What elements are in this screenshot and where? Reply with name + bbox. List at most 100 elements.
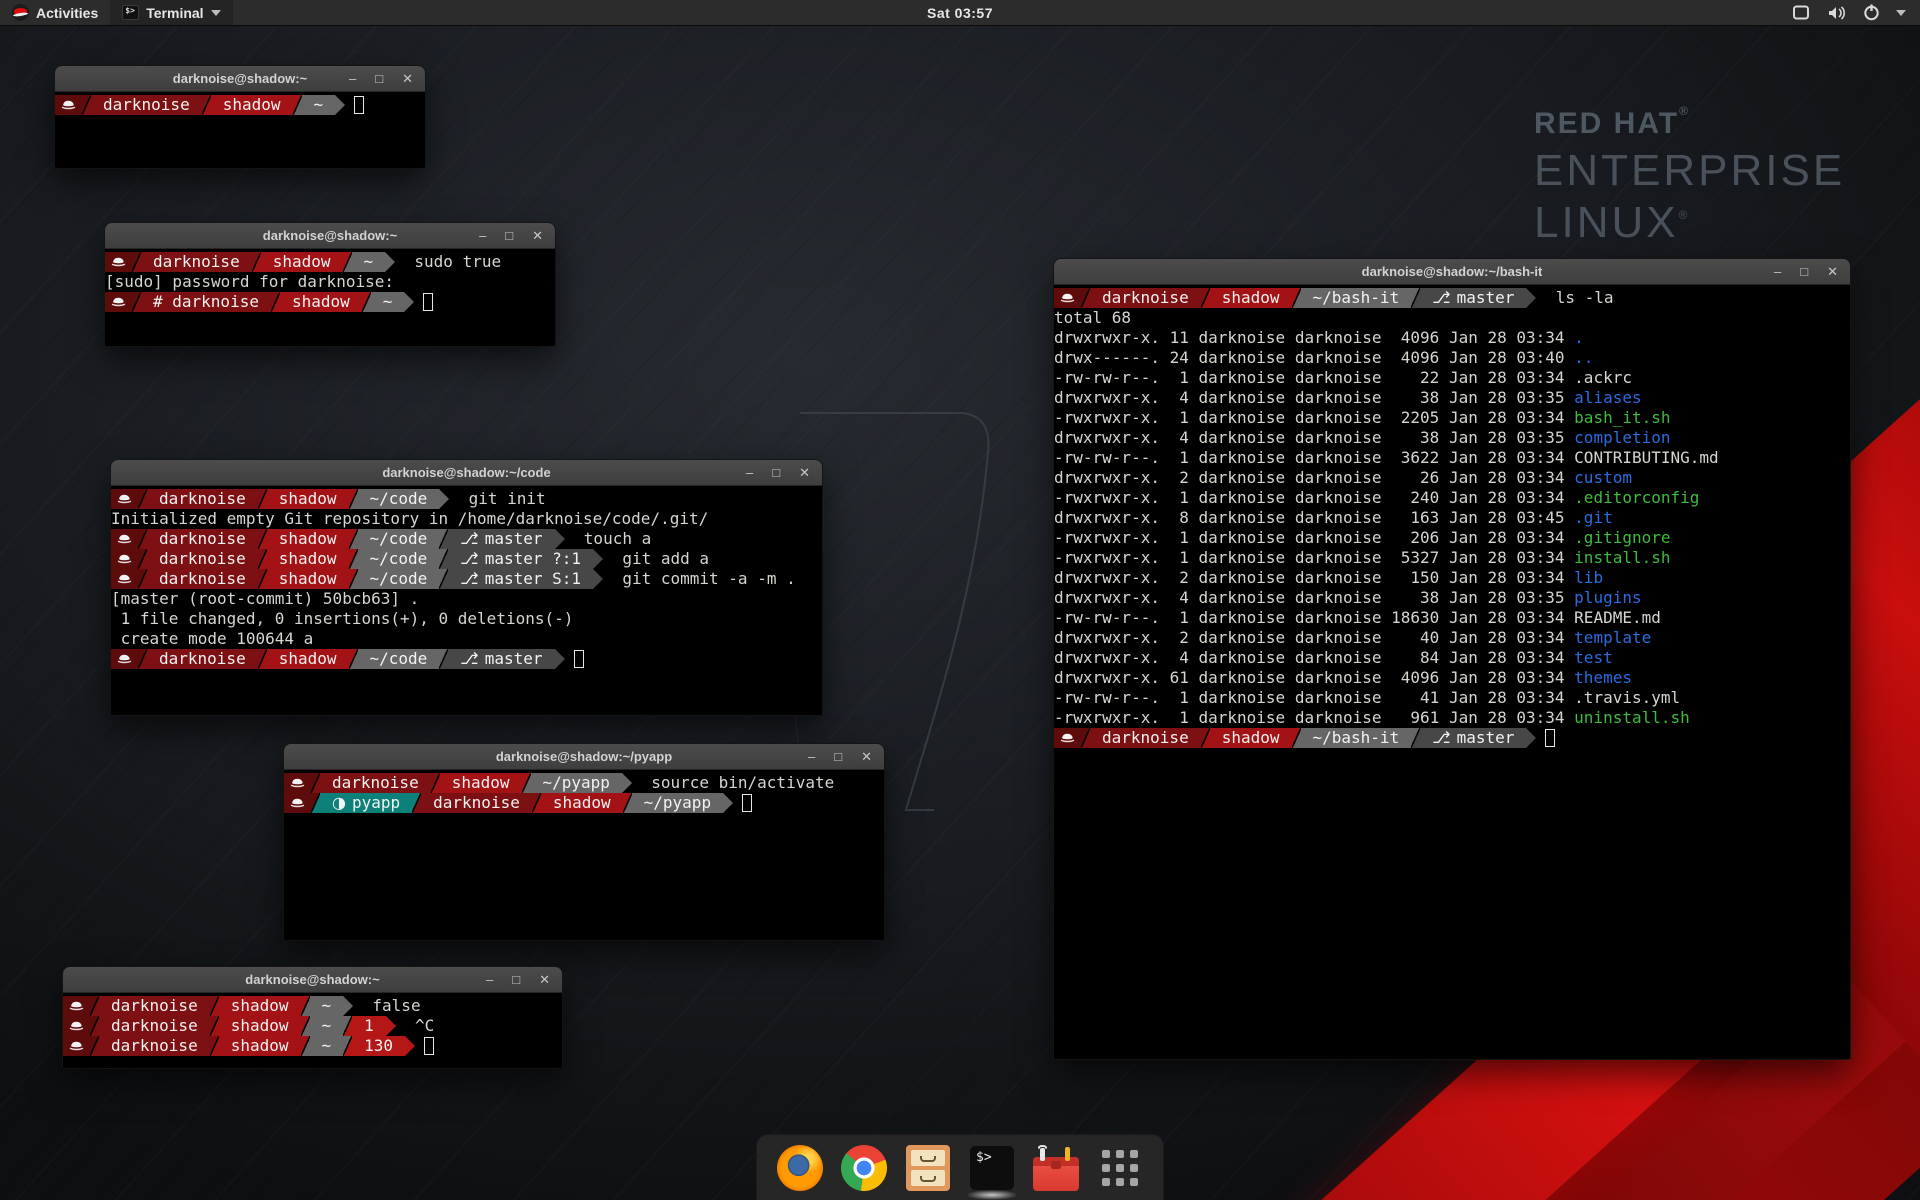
redhat-prompt-icon	[1054, 728, 1081, 748]
terminal-line: drwxrwxr-x. 2 darknoise darknoise 150 Ja…	[1054, 568, 1850, 588]
terminal-content[interactable]: darknoise shadow~/pyapp source bin/activa…	[284, 770, 884, 813]
dock-item-toolbox[interactable]	[1033, 1145, 1079, 1191]
ls-entry-meta: -rwxrwxr-x. 1 darknoise darknoise 240 Ja…	[1054, 488, 1574, 507]
dock-item-app-grid[interactable]	[1097, 1145, 1143, 1191]
prompt-segment-path: ~/code	[358, 549, 440, 569]
volume-icon[interactable]	[1827, 5, 1847, 21]
window-titlebar[interactable]: darknoise@shadow:~/bash-it – □ ✕	[1054, 259, 1850, 285]
window-titlebar[interactable]: darknoise@shadow:~/code – □ ✕	[111, 460, 822, 486]
terminal-window-home-small[interactable]: darknoise@shadow:~ – □ ✕ darknoiseshadow…	[54, 65, 426, 169]
prompt-segment-host: shadow	[541, 793, 623, 813]
minimize-button[interactable]: –	[808, 750, 815, 763]
command-text: git add a	[603, 549, 709, 568]
prompt-segment-git: ⎇master	[1420, 728, 1526, 748]
minimize-button[interactable]: –	[479, 229, 486, 242]
command-text: ls -la	[1536, 288, 1613, 307]
segment-separator	[138, 549, 147, 569]
screen-share-icon[interactable]	[1791, 5, 1811, 21]
maximize-button[interactable]: □	[512, 973, 520, 986]
command-text: git init	[449, 489, 545, 508]
prompt-segment-user: darknoise	[421, 793, 532, 813]
clock[interactable]: Sat 03:57	[927, 5, 993, 21]
terminal-content[interactable]: darknoiseshadow~ sudo true[sudo] passwor…	[105, 249, 555, 312]
dock-item-firefox[interactable]	[777, 1145, 823, 1191]
window-titlebar[interactable]: darknoise@shadow:~/pyapp – □ ✕	[284, 744, 884, 770]
ls-entry-meta: drwxrwxr-x. 2 darknoise darknoise 26 Jan…	[1054, 468, 1574, 487]
command-text: touch a	[565, 529, 652, 548]
maximize-button[interactable]: □	[1800, 265, 1808, 278]
chrome-icon	[841, 1145, 887, 1191]
close-button[interactable]: ✕	[402, 72, 413, 85]
terminal-line: -rw-rw-r--. 1 darknoise darknoise 41 Jan…	[1054, 688, 1850, 708]
segment-separator	[271, 292, 280, 312]
segment-separator	[1201, 288, 1210, 308]
terminal-content[interactable]: darknoiseshadow~ falsedarknoiseshadow~1 …	[63, 993, 562, 1056]
close-button[interactable]: ✕	[532, 229, 543, 242]
ls-entry-name: completion	[1574, 428, 1670, 447]
close-button[interactable]: ✕	[799, 466, 810, 479]
redhat-logo-icon	[12, 4, 29, 21]
ls-entry-meta: -rwxrwxr-x. 1 darknoise darknoise 5327 J…	[1054, 548, 1574, 567]
minimize-button[interactable]: –	[486, 973, 493, 986]
maximize-button[interactable]: □	[505, 229, 513, 242]
minimize-button[interactable]: –	[746, 466, 753, 479]
activities-button[interactable]: Activities	[0, 0, 110, 25]
app-menu-terminal[interactable]: $> Terminal	[110, 0, 232, 25]
segment-separator	[258, 549, 267, 569]
terminal-cursor	[574, 650, 584, 668]
command-text: source bin/activate	[632, 773, 834, 792]
prompt-segment-host: shadow	[267, 489, 349, 509]
terminal-running-indicator	[966, 1190, 1018, 1200]
terminal-line: -rwxrwxr-x. 1 darknoise darknoise 5327 J…	[1054, 548, 1850, 568]
terminal-window-exitcodes[interactable]: darknoise@shadow:~ – □ ✕ darknoiseshadow…	[62, 966, 563, 1069]
terminal-line: Initialized empty Git repository in /hom…	[111, 509, 822, 529]
top-bar: Activities $> Terminal Sat 03:57	[0, 0, 1920, 26]
prompt-segment-host: shadow	[211, 95, 293, 115]
prompt-segment-exit: 130	[352, 1036, 405, 1056]
dock-item-terminal[interactable]: $>	[969, 1145, 1015, 1191]
close-button[interactable]: ✕	[539, 973, 550, 986]
terminal-content[interactable]: darknoiseshadow~/code git initInitialize…	[111, 486, 822, 669]
power-icon[interactable]	[1863, 4, 1880, 21]
prompt-arrow	[335, 95, 345, 115]
system-menu-caret-icon[interactable]	[1896, 10, 1906, 16]
prompt-segment-path: ~/pyapp	[531, 773, 622, 793]
ls-entry-name: ..	[1574, 348, 1593, 367]
terminal-window-code[interactable]: darknoise@shadow:~/code – □ ✕ darknoises…	[110, 459, 823, 716]
segment-separator	[522, 773, 531, 793]
prompt-segment-host: shadow	[267, 529, 349, 549]
maximize-button[interactable]: □	[834, 750, 842, 763]
terminal-content[interactable]: darknoiseshadow~	[55, 92, 425, 115]
terminal-line: drwx------. 24 darknoise darknoise 4096 …	[1054, 348, 1850, 368]
prompt-segment-path: ~	[310, 1016, 344, 1036]
dock-item-chrome[interactable]	[841, 1145, 887, 1191]
segment-separator	[252, 252, 261, 272]
terminal-line: drwxrwxr-x. 4 darknoise darknoise 38 Jan…	[1054, 588, 1850, 608]
terminal-window-sudo[interactable]: darknoise@shadow:~ – □ ✕ darknoiseshadow…	[104, 222, 556, 347]
dock: $>	[756, 1134, 1164, 1200]
window-titlebar[interactable]: darknoise@shadow:~ – □ ✕	[105, 223, 555, 249]
window-titlebar[interactable]: darknoise@shadow:~ – □ ✕	[55, 66, 425, 92]
terminal-window-pyapp[interactable]: darknoise@shadow:~/pyapp – □ ✕ darknoise…	[283, 743, 885, 941]
minimize-button[interactable]: –	[1774, 265, 1781, 278]
maximize-button[interactable]: □	[772, 466, 780, 479]
maximize-button[interactable]: □	[375, 72, 383, 85]
terminal-line: -rwxrwxr-x. 1 darknoise darknoise 206 Ja…	[1054, 528, 1850, 548]
dock-item-files[interactable]	[905, 1145, 951, 1191]
window-titlebar[interactable]: darknoise@shadow:~ – □ ✕	[63, 967, 562, 993]
minimize-button[interactable]: –	[349, 72, 356, 85]
terminal-line: -rwxrwxr-x. 1 darknoise darknoise 2205 J…	[1054, 408, 1850, 428]
prompt-segment-user: darknoise	[1090, 728, 1201, 748]
close-button[interactable]: ✕	[1827, 265, 1838, 278]
prompt-arrow	[386, 1016, 396, 1036]
segment-separator	[439, 549, 448, 569]
terminal-content[interactable]: darknoiseshadow~/bash-it⎇master ls -lato…	[1054, 285, 1850, 748]
close-button[interactable]: ✕	[861, 750, 872, 763]
ls-entry-name: .gitignore	[1574, 528, 1670, 547]
ls-entry-meta: -rwxrwxr-x. 1 darknoise darknoise 2205 J…	[1054, 408, 1574, 427]
terminal-line: drwxrwxr-x. 11 darknoise darknoise 4096 …	[1054, 328, 1850, 348]
terminal-window-bash-it[interactable]: darknoise@shadow:~/bash-it – □ ✕ darknoi…	[1053, 258, 1851, 1060]
terminal-line: darknoiseshadow~/code git init	[111, 489, 822, 509]
command-text: git commit -a -m .	[603, 569, 796, 588]
prompt-segment-host: shadow	[219, 996, 301, 1016]
